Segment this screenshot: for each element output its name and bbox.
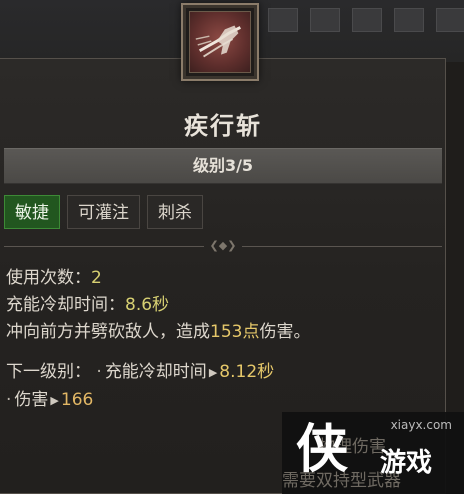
bullet-icon: · xyxy=(96,362,102,382)
uses-value: 2 xyxy=(91,268,102,288)
watermark-site: xiayx.com xyxy=(390,418,452,432)
skill-description: 冲向前方并劈砍敌人，造成153点伤害。 xyxy=(6,317,310,342)
background-window xyxy=(310,8,340,32)
watermark-logo-text: 游戏 xyxy=(380,448,433,478)
background-window xyxy=(352,8,382,32)
damage-value: 153点 xyxy=(210,322,260,342)
cooldown-stat: 充能冷却时间：8.6秒 xyxy=(6,290,169,315)
next-damage-line: · 伤害 ▶ 166 xyxy=(6,385,93,410)
tag-agility[interactable]: 敏捷 xyxy=(4,195,60,229)
watermark-logo-char: 侠 xyxy=(296,419,349,480)
next-damage-label: 伤害 xyxy=(14,390,49,410)
uses-label: 使用次数： xyxy=(6,268,91,288)
desc-prefix: 冲向前方并劈砍敌人，造成 xyxy=(6,322,210,342)
next-level-line: 下一级别： · 充能冷却时间 ▶ 8.12秒 xyxy=(6,357,274,382)
arrow-right-icon: ▶ xyxy=(208,365,218,379)
cooldown-value: 8.6秒 xyxy=(125,295,170,315)
skill-level-bar: 级别3/5 xyxy=(4,148,442,184)
next-cooldown-value: 8.12秒 xyxy=(219,362,275,382)
skill-tags: 敏捷 可灌注 刺杀 xyxy=(4,195,203,229)
tag-imbuable[interactable]: 可灌注 xyxy=(67,195,140,229)
background-window xyxy=(394,8,424,32)
next-cooldown-label: 充能冷却时间 xyxy=(104,362,207,382)
divider-ornament-icon: ❮◆❯ xyxy=(209,239,237,252)
background-window xyxy=(268,8,298,32)
cooldown-label: 充能冷却时间： xyxy=(6,295,125,315)
bullet-icon: · xyxy=(6,390,12,410)
section-divider: ❮◆❯ xyxy=(4,239,442,252)
next-level-label: 下一级别： xyxy=(6,362,91,382)
skill-title: 疾行斩 xyxy=(184,112,262,140)
next-damage-value: 166 xyxy=(60,390,94,410)
arrow-right-icon: ▶ xyxy=(50,393,59,407)
desc-suffix: 伤害。 xyxy=(259,322,311,342)
tag-assassinate[interactable]: 刺杀 xyxy=(147,195,203,229)
background-window xyxy=(436,8,464,32)
skill-icon-frame xyxy=(181,3,259,81)
uses-stat: 使用次数：2 xyxy=(6,263,102,288)
dash-slash-icon xyxy=(189,11,251,73)
